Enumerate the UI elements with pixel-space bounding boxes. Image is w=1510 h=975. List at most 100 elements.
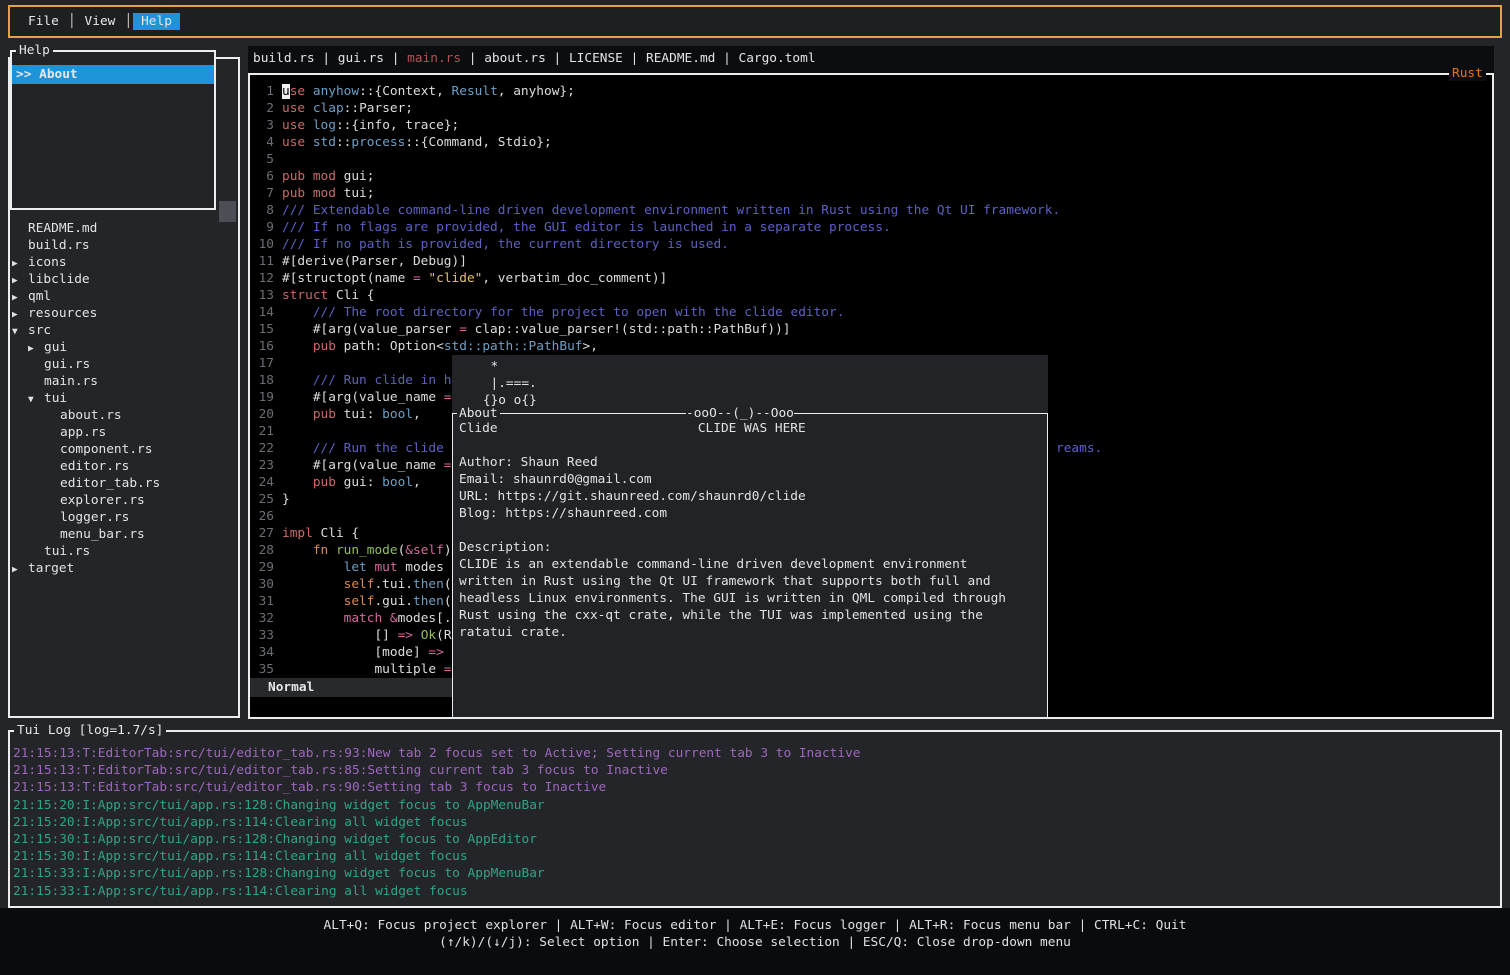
explorer-scrollbar-thumb[interactable] bbox=[219, 201, 236, 222]
menu-item-file[interactable]: File bbox=[20, 13, 67, 30]
code-text: pub tui: bool, bbox=[282, 407, 421, 422]
code-line: 1 use anyhow::{Context, Result, anyhow}; bbox=[252, 83, 1060, 100]
tree-item-tui-rs[interactable]: tui.rs bbox=[10, 543, 160, 560]
about-dialog-title: About bbox=[457, 406, 500, 421]
tree-item-gui[interactable]: ▶gui bbox=[10, 339, 160, 356]
tree-item-tui[interactable]: ▼tui bbox=[10, 390, 160, 407]
tree-item-gui-rs[interactable]: gui.rs bbox=[10, 356, 160, 373]
code-text: use anyhow::{Context, Result, anyhow}; bbox=[282, 84, 575, 99]
tree-item-main-rs[interactable]: main.rs bbox=[10, 373, 160, 390]
tree-item-logger-rs[interactable]: logger.rs bbox=[10, 509, 160, 526]
about-art-row: |.===. bbox=[452, 375, 1048, 392]
code-text: self.tui.then( bbox=[282, 577, 452, 592]
code-text: use log::{info, trace}; bbox=[282, 118, 459, 133]
tree-item-app-rs[interactable]: app.rs bbox=[10, 424, 160, 441]
code-line: 6pub mod gui; bbox=[252, 168, 1060, 185]
tree-item-readme-md[interactable]: README.md bbox=[10, 220, 160, 237]
code-text: #[derive(Parser, Debug)] bbox=[282, 254, 467, 269]
line-number: 13 bbox=[252, 287, 274, 304]
tab-readme-md[interactable]: README.md bbox=[646, 51, 715, 66]
about-row: Author: Shaun Reed bbox=[459, 454, 1006, 471]
chevron-right-icon: ▶ bbox=[12, 561, 28, 578]
line-number: 9 bbox=[252, 219, 274, 236]
log-entry: 21:15:13:T:EditorTab:src/tui/editor_tab.… bbox=[13, 779, 860, 796]
tree-item-build-rs[interactable]: build.rs bbox=[10, 237, 160, 254]
about-row: ratatui crate. bbox=[459, 624, 1006, 641]
tree-item-component-rs[interactable]: component.rs bbox=[10, 441, 160, 458]
about-row bbox=[459, 437, 1006, 454]
code-text: #[structopt(name = "clide", verbatim_doc… bbox=[282, 271, 667, 286]
shortcut-help-bar: ALT+Q: Focus project explorer | ALT+W: F… bbox=[0, 908, 1510, 975]
help-dropdown-title: Help bbox=[16, 43, 53, 58]
about-row bbox=[459, 522, 1006, 539]
tab-cargo-toml[interactable]: Cargo.toml bbox=[738, 51, 815, 66]
line-number: 35 bbox=[252, 661, 274, 678]
code-line: 5 bbox=[252, 151, 1060, 168]
about-row: CLIDE is an extendable command-line driv… bbox=[459, 556, 1006, 573]
tree-item-explorer-rs[interactable]: explorer.rs bbox=[10, 492, 160, 509]
code-line: 14 /// The root directory for the projec… bbox=[252, 304, 1060, 321]
code-line: 12#[structopt(name = "clide", verbatim_d… bbox=[252, 270, 1060, 287]
chevron-right-icon: ▶ bbox=[12, 306, 28, 323]
log-entry: 21:15:20:I:App:src/tui/app.rs:128:Changi… bbox=[13, 797, 860, 814]
code-line: 4use std::process::{Command, Stdio}; bbox=[252, 134, 1060, 151]
line-number: 23 bbox=[252, 457, 274, 474]
chevron-right-icon: ▶ bbox=[28, 340, 44, 357]
code-text: /// If no path is provided, the current … bbox=[282, 237, 729, 252]
tree-item-editor-tab-rs[interactable]: editor_tab.rs bbox=[10, 475, 160, 492]
tree-item-src[interactable]: ▼src bbox=[10, 322, 160, 339]
menu-separator: │ bbox=[123, 14, 133, 29]
log-entry: 21:15:13:T:EditorTab:src/tui/editor_tab.… bbox=[13, 762, 860, 779]
dropdown-item-about[interactable]: >> About bbox=[12, 65, 214, 84]
line-number: 1 bbox=[252, 83, 274, 100]
line-number: 29 bbox=[252, 559, 274, 576]
menu-item-view[interactable]: View bbox=[77, 13, 124, 30]
code-text: #[arg(value_parser = clap::value_parser!… bbox=[282, 322, 791, 337]
chevron-right-icon: ▶ bbox=[12, 272, 28, 289]
chevron-down-icon: ▼ bbox=[28, 391, 44, 408]
chevron-down-icon: ▼ bbox=[12, 323, 28, 340]
code-line: 16 pub path: Option<std::path::PathBuf>, bbox=[252, 338, 1060, 355]
tab-separator: | bbox=[546, 51, 569, 66]
about-dialog-content: Clide CLIDE WAS HEREAuthor: Shaun ReedEm… bbox=[459, 420, 1006, 641]
line-number: 31 bbox=[252, 593, 274, 610]
menu-items: File│View│Help bbox=[20, 14, 180, 29]
tree-item-about-rs[interactable]: about.rs bbox=[10, 407, 160, 424]
tree-item-editor-rs[interactable]: editor.rs bbox=[10, 458, 160, 475]
code-text: use clap::Parser; bbox=[282, 101, 413, 116]
tree-item-libclide[interactable]: ▶libclide bbox=[10, 271, 160, 288]
shortcut-line-2: (↑/k)/(↓/j): Select option | Enter: Choo… bbox=[0, 934, 1510, 951]
tab-about-rs[interactable]: about.rs bbox=[484, 51, 546, 66]
line-number: 21 bbox=[252, 423, 274, 440]
tab-build-rs[interactable]: build.rs bbox=[253, 51, 315, 66]
about-row: written in Rust using the Qt UI framewor… bbox=[459, 573, 1006, 590]
tab-main-rs[interactable]: main.rs bbox=[407, 51, 461, 66]
line-number: 14 bbox=[252, 304, 274, 321]
line-number: 24 bbox=[252, 474, 274, 491]
tree-item-icons[interactable]: ▶icons bbox=[10, 254, 160, 271]
line-number: 15 bbox=[252, 321, 274, 338]
log-entry: 21:15:33:I:App:src/tui/app.rs:128:Changi… bbox=[13, 865, 860, 882]
about-row: Rust using the cxx-qt crate, while the T… bbox=[459, 607, 1006, 624]
code-line: 8/// Extendable command-line driven deve… bbox=[252, 202, 1060, 219]
line-number: 19 bbox=[252, 389, 274, 406]
log-entry: 21:15:30:I:App:src/tui/app.rs:114:Cleari… bbox=[13, 848, 860, 865]
tree-item-menu-bar-rs[interactable]: menu_bar.rs bbox=[10, 526, 160, 543]
tab-license[interactable]: LICENSE bbox=[569, 51, 623, 66]
about-art-row: * bbox=[452, 358, 1048, 375]
line-number: 18 bbox=[252, 372, 274, 389]
tree-item-target[interactable]: ▶target bbox=[10, 560, 160, 577]
tree-item-resources[interactable]: ▶resources bbox=[10, 305, 160, 322]
code-line: 15 #[arg(value_parser = clap::value_pars… bbox=[252, 321, 1060, 338]
menu-bar: File│View│Help bbox=[8, 5, 1502, 38]
code-text: pub gui: bool, bbox=[282, 475, 421, 490]
menu-item-help[interactable]: Help bbox=[133, 13, 180, 30]
tab-gui-rs[interactable]: gui.rs bbox=[338, 51, 384, 66]
line-number: 7 bbox=[252, 185, 274, 202]
code-text: /// Run the clide bbox=[282, 441, 444, 456]
line-number: 28 bbox=[252, 542, 274, 559]
code-line: 10/// If no path is provided, the curren… bbox=[252, 236, 1060, 253]
menu-separator: │ bbox=[67, 14, 77, 29]
chevron-right-icon: ▶ bbox=[12, 289, 28, 306]
tree-item-qml[interactable]: ▶qml bbox=[10, 288, 160, 305]
